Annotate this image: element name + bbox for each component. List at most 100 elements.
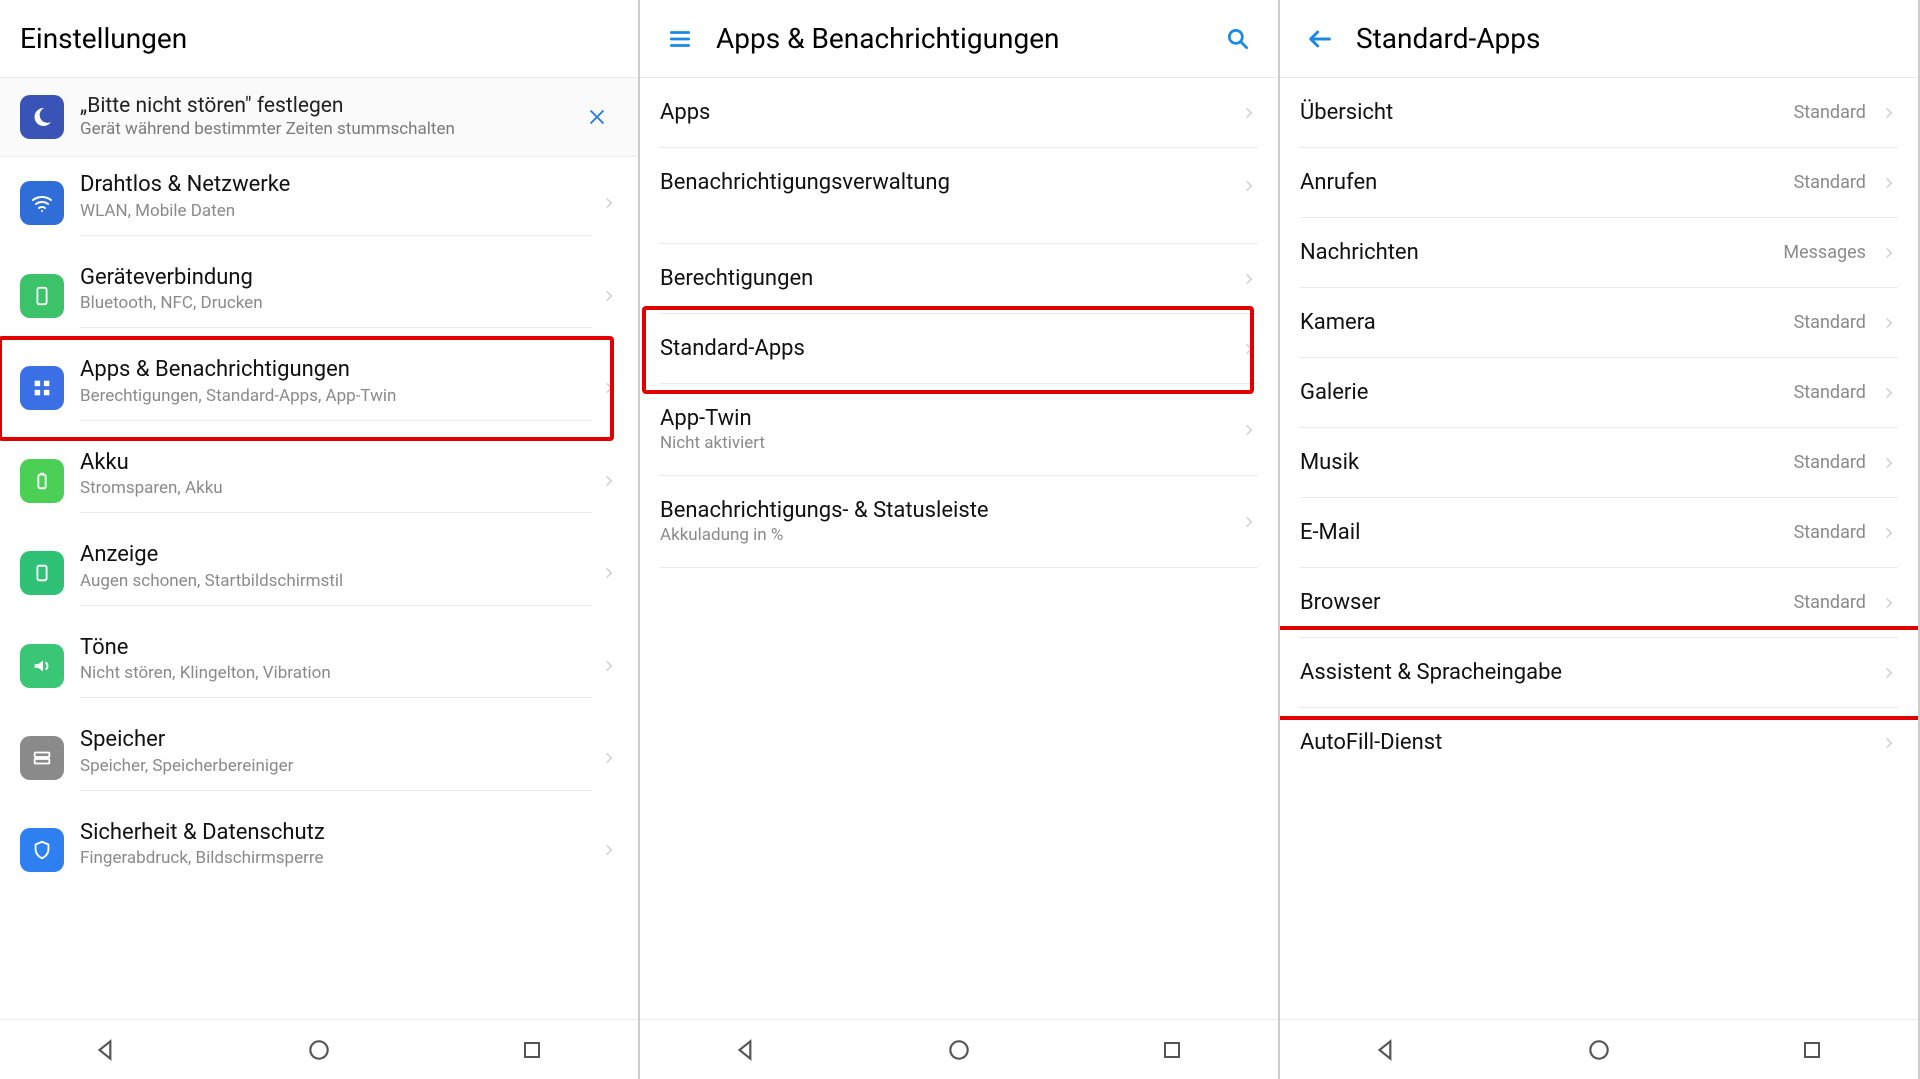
chevron-right-icon bbox=[600, 472, 618, 490]
row-title: Sicherheit & Datenschutz bbox=[80, 819, 592, 847]
settings-item-wireless[interactable]: Drahtlos & NetzwerkeWLAN, Mobile Daten bbox=[0, 157, 638, 250]
banner-text: „Bitte nicht stören" festlegen Gerät wäh… bbox=[80, 94, 576, 140]
nav-recent[interactable] bbox=[1772, 1030, 1852, 1070]
row-title: AutoFill-Dienst bbox=[1300, 730, 1872, 755]
item-apps[interactable]: Apps bbox=[640, 78, 1278, 148]
row-value: Standard bbox=[1794, 172, 1866, 193]
row-title: Standard-Apps bbox=[660, 336, 1232, 361]
row-title: Browser bbox=[1300, 590, 1794, 615]
menu-icon[interactable] bbox=[660, 19, 700, 59]
item-app-twin[interactable]: App-TwinNicht aktiviert bbox=[640, 384, 1278, 476]
row-title: Töne bbox=[80, 634, 592, 662]
moon-icon bbox=[20, 95, 64, 139]
item-default-apps[interactable]: Standard-Apps bbox=[640, 314, 1278, 384]
settings-list: Drahtlos & NetzwerkeWLAN, Mobile Daten G… bbox=[0, 157, 638, 896]
row-title: Galerie bbox=[1300, 380, 1794, 405]
settings-panel: Einstellungen „Bitte nicht stören" festl… bbox=[0, 0, 640, 1079]
sound-icon bbox=[20, 644, 64, 688]
row-title: Berechtigungen bbox=[660, 266, 1232, 291]
row-subtitle: Bluetooth, NFC, Drucken bbox=[80, 293, 592, 313]
nav-home[interactable] bbox=[919, 1030, 999, 1070]
item-gallery[interactable]: GalerieStandard bbox=[1280, 358, 1918, 428]
shield-icon bbox=[20, 828, 64, 872]
item-permissions[interactable]: Berechtigungen bbox=[640, 244, 1278, 314]
nav-bar bbox=[0, 1019, 638, 1079]
chevron-right-icon bbox=[1240, 340, 1258, 358]
chevron-right-icon bbox=[600, 657, 618, 675]
settings-item-display[interactable]: AnzeigeAugen schonen, Startbildschirmsti… bbox=[0, 527, 638, 620]
nav-recent[interactable] bbox=[492, 1030, 572, 1070]
chevron-right-icon bbox=[1240, 104, 1258, 122]
row-title: Benachrichtigungs- & Statusleiste bbox=[660, 498, 1232, 523]
dnd-banner[interactable]: „Bitte nicht stören" festlegen Gerät wäh… bbox=[0, 78, 638, 157]
item-music[interactable]: MusikStandard bbox=[1280, 428, 1918, 498]
row-title: Akku bbox=[80, 449, 592, 477]
row-value: Messages bbox=[1783, 242, 1866, 263]
nav-back[interactable] bbox=[66, 1030, 146, 1070]
row-title: Kamera bbox=[1300, 310, 1794, 335]
chevron-right-icon bbox=[600, 194, 618, 212]
search-icon[interactable] bbox=[1218, 19, 1258, 59]
header: Apps & Benachrichtigungen bbox=[640, 0, 1278, 78]
settings-item-device-connection[interactable]: GeräteverbindungBluetooth, NFC, Drucken bbox=[0, 250, 638, 343]
row-subtitle: Augen schonen, Startbildschirmstil bbox=[80, 571, 592, 591]
item-phone[interactable]: AnrufenStandard bbox=[1280, 148, 1918, 218]
row-subtitle: Nicht aktiviert bbox=[660, 433, 1232, 453]
row-title: E-Mail bbox=[1300, 520, 1794, 545]
display-icon bbox=[20, 551, 64, 595]
chevron-right-icon bbox=[1880, 454, 1898, 472]
row-title: App-Twin bbox=[660, 406, 1232, 431]
item-messages[interactable]: NachrichtenMessages bbox=[1280, 218, 1918, 288]
settings-item-sound[interactable]: TöneNicht stören, Klingelton, Vibration bbox=[0, 620, 638, 713]
row-title: Speicher bbox=[80, 726, 592, 754]
row-subtitle: WLAN, Mobile Daten bbox=[80, 201, 592, 221]
item-overview[interactable]: ÜbersichtStandard bbox=[1280, 78, 1918, 148]
back-icon[interactable] bbox=[1300, 19, 1340, 59]
page-title: Standard-Apps bbox=[1356, 22, 1898, 55]
chevron-right-icon bbox=[1240, 513, 1258, 531]
row-value: Standard bbox=[1794, 452, 1866, 473]
row-value: Standard bbox=[1794, 312, 1866, 333]
item-email[interactable]: E-MailStandard bbox=[1280, 498, 1918, 568]
storage-icon bbox=[20, 736, 64, 780]
nav-back[interactable] bbox=[1346, 1030, 1426, 1070]
page-title: Apps & Benachrichtigungen bbox=[716, 22, 1218, 55]
row-title: Assistent & Spracheingabe bbox=[1300, 660, 1872, 685]
chevron-right-icon bbox=[600, 564, 618, 582]
item-camera[interactable]: KameraStandard bbox=[1280, 288, 1918, 358]
nav-bar bbox=[1280, 1019, 1918, 1079]
banner-title: „Bitte nicht stören" festlegen bbox=[80, 94, 576, 118]
item-notification-management[interactable]: Benachrichtigungsverwaltung bbox=[640, 148, 1278, 244]
row-title: Anzeige bbox=[80, 541, 592, 569]
row-subtitle: Stromsparen, Akku bbox=[80, 478, 592, 498]
item-browser[interactable]: BrowserStandard bbox=[1280, 568, 1918, 638]
chevron-right-icon bbox=[600, 379, 618, 397]
row-value: Standard bbox=[1794, 522, 1866, 543]
default-apps-panel: Standard-Apps ÜbersichtStandard AnrufenS… bbox=[1280, 0, 1920, 1079]
row-title: Benachrichtigungsverwaltung bbox=[660, 170, 1232, 195]
apps-content: Apps Benachrichtigungsverwaltung Berecht… bbox=[640, 78, 1278, 1019]
nav-home[interactable] bbox=[1559, 1030, 1639, 1070]
close-icon[interactable] bbox=[576, 102, 618, 132]
apps-notifications-panel: Apps & Benachrichtigungen Apps Benachric… bbox=[640, 0, 1280, 1079]
item-assistant-voice[interactable]: Assistent & Spracheingabe bbox=[1280, 638, 1918, 708]
settings-item-storage[interactable]: SpeicherSpeicher, Speicherbereiniger bbox=[0, 712, 638, 805]
nav-bar bbox=[640, 1019, 1278, 1079]
settings-item-security[interactable]: Sicherheit & DatenschutzFingerabdruck, B… bbox=[0, 805, 638, 897]
settings-item-apps-notifications[interactable]: Apps & BenachrichtigungenBerechtigungen,… bbox=[0, 342, 638, 435]
header: Standard-Apps bbox=[1280, 0, 1918, 78]
chevron-right-icon bbox=[1880, 384, 1898, 402]
settings-item-battery[interactable]: AkkuStromsparen, Akku bbox=[0, 435, 638, 528]
chevron-right-icon bbox=[1240, 421, 1258, 439]
chevron-right-icon bbox=[1880, 174, 1898, 192]
item-autofill[interactable]: AutoFill-Dienst bbox=[1280, 708, 1918, 777]
row-title: Übersicht bbox=[1300, 100, 1794, 125]
row-title: Drahtlos & Netzwerke bbox=[80, 171, 592, 199]
nav-recent[interactable] bbox=[1132, 1030, 1212, 1070]
battery-icon bbox=[20, 459, 64, 503]
item-notification-statusbar[interactable]: Benachrichtigungs- & StatusleisteAkkulad… bbox=[640, 476, 1278, 568]
nav-back[interactable] bbox=[706, 1030, 786, 1070]
settings-content: „Bitte nicht stören" festlegen Gerät wäh… bbox=[0, 78, 638, 1019]
wifi-icon bbox=[20, 181, 64, 225]
nav-home[interactable] bbox=[279, 1030, 359, 1070]
